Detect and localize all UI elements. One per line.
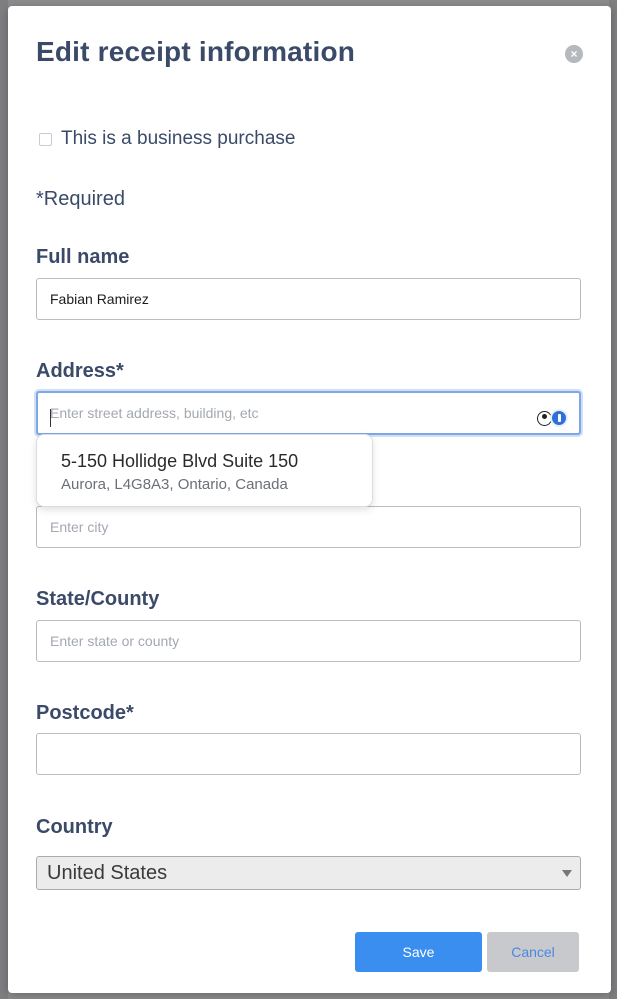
business-purchase-row[interactable]: This is a business purchase (39, 128, 295, 150)
save-button[interactable]: Save (355, 932, 482, 972)
close-icon[interactable]: × (565, 45, 583, 63)
password-manager-icon[interactable] (550, 409, 568, 427)
autofill-icon[interactable] (537, 409, 569, 427)
business-purchase-label[interactable]: This is a business purchase (61, 128, 295, 150)
address-suggestion[interactable]: 5-150 Hollidge Blvd Suite 150 Aurora, L4… (36, 434, 373, 507)
country-select[interactable]: United States (36, 856, 581, 890)
text-caret (50, 409, 51, 427)
required-note: *Required (36, 188, 125, 210)
postcode-label: Postcode* (36, 702, 134, 724)
state-input[interactable] (36, 620, 581, 662)
city-input[interactable] (36, 506, 581, 548)
cancel-button[interactable]: Cancel (487, 932, 579, 972)
business-purchase-checkbox[interactable] (39, 132, 52, 146)
postcode-input[interactable] (36, 733, 581, 775)
country-label: Country (36, 816, 113, 838)
background-page-left (0, 0, 8, 999)
modal-title: Edit receipt information (36, 36, 356, 67)
suggestion-locality[interactable]: Aurora, L4G8A3, Ontario, Canada (61, 476, 348, 493)
full-name-input[interactable] (36, 278, 581, 320)
full-name-label: Full name (36, 246, 130, 268)
chevron-down-icon (562, 870, 572, 877)
address-input[interactable] (36, 391, 581, 435)
country-selected-value: United States (47, 861, 168, 884)
edit-receipt-modal: Edit receipt information × This is a bus… (8, 6, 611, 993)
address-label: Address* (36, 360, 124, 382)
state-label: State/County (36, 588, 160, 610)
suggestion-street[interactable]: 5-150 Hollidge Blvd Suite 150 (61, 451, 348, 472)
